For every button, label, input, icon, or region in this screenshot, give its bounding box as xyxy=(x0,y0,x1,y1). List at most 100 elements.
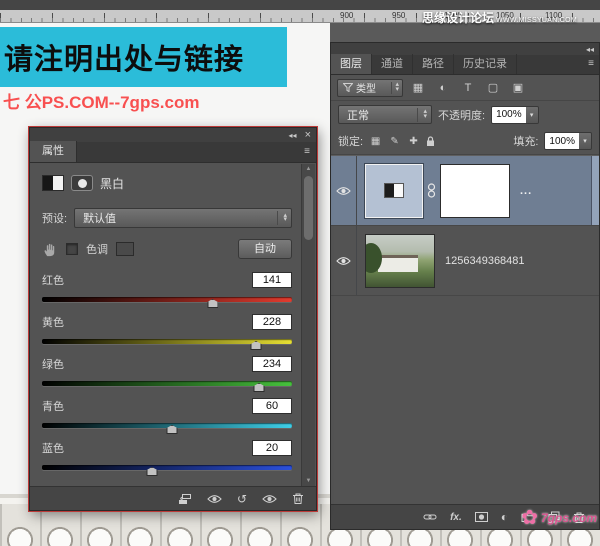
forum-name: 思缘设计论坛 xyxy=(422,11,494,25)
preset-dropdown[interactable]: 默认值 xyxy=(74,208,292,228)
adjustment-name: 黑白 xyxy=(100,175,124,192)
slider-track[interactable] xyxy=(42,423,292,428)
tint-checkbox[interactable] xyxy=(66,243,78,255)
red-slider-group: 红色141 xyxy=(42,271,292,302)
tab-channels[interactable]: 通道 xyxy=(372,54,413,74)
layer-filter-row: 类型 ▦ ◐ T ▢ ▣ xyxy=(331,75,599,101)
ruler-label: 900 xyxy=(340,11,353,20)
slider-label: 黄色 xyxy=(42,314,64,330)
delete-adjustment-icon[interactable] xyxy=(292,492,304,505)
close-panel-icon[interactable]: × xyxy=(305,130,311,141)
funnel-icon xyxy=(343,83,353,92)
slider-value-field[interactable]: 20 xyxy=(252,440,292,456)
layer-mask-link-icon[interactable] xyxy=(427,183,436,198)
opacity-field[interactable]: 100% xyxy=(491,106,539,124)
scrub-hand-icon[interactable] xyxy=(42,242,58,257)
updown-arrows-icon xyxy=(277,211,287,225)
clip-to-layer-icon[interactable] xyxy=(178,493,192,505)
green-slider-group: 绿色234 xyxy=(42,355,292,386)
updown-arrows-icon xyxy=(417,108,427,122)
layer-row-adjustment[interactable]: ... xyxy=(331,156,599,226)
slider-value-field[interactable]: 234 xyxy=(252,356,292,372)
properties-panel: ◂◂ × 属性 ≡ 黑白 预设: 默认值 色调 自动 xyxy=(29,127,317,511)
collapse-panel-icon[interactable]: ◂◂ xyxy=(289,131,297,140)
slider-thumb[interactable] xyxy=(251,341,262,350)
slider-thumb[interactable] xyxy=(254,383,265,392)
updown-arrows-icon xyxy=(391,82,399,94)
filter-type-layers-icon[interactable]: T xyxy=(458,79,478,97)
lock-image-pixels-icon[interactable]: ✎ xyxy=(388,136,401,147)
scroll-down-icon[interactable]: ▼ xyxy=(302,478,315,484)
tint-label: 色调 xyxy=(86,241,108,257)
image-layer-thumbnail[interactable] xyxy=(365,234,435,288)
slider-thumb[interactable] xyxy=(147,467,158,476)
layer-visibility-toggle[interactable] xyxy=(331,226,357,295)
new-adjustment-layer-icon[interactable]: ◐ xyxy=(501,511,508,523)
auto-button[interactable]: 自动 xyxy=(238,239,292,259)
opacity-label: 不透明度: xyxy=(438,107,485,123)
tab-properties[interactable]: 属性 xyxy=(30,141,77,162)
scroll-up-icon[interactable]: ▲ xyxy=(302,166,315,172)
cyan-slider-group: 青色 60 xyxy=(42,397,292,428)
lock-transparent-pixels-icon[interactable]: ▦ xyxy=(369,136,382,147)
properties-footer: ↺ xyxy=(30,486,316,510)
slider-value-field[interactable]: 60 xyxy=(252,398,292,414)
blend-mode-dropdown[interactable]: 正常 xyxy=(338,105,432,124)
fill-field[interactable]: 100% xyxy=(544,132,592,150)
black-white-adjustment-icon xyxy=(42,175,64,191)
view-previous-state-icon[interactable] xyxy=(207,494,222,504)
eye-icon xyxy=(336,186,351,196)
layer-mask-thumbnail[interactable] xyxy=(440,164,510,218)
dropdown-arrow-icon[interactable] xyxy=(579,133,591,149)
filter-smart-objects-icon[interactable]: ▣ xyxy=(508,79,528,97)
credit-banner-subtitle: 七 公PS.COM--7gps.com xyxy=(3,88,199,113)
collapse-panel-icon[interactable]: ◂◂ xyxy=(586,45,594,54)
layer-visibility-toggle[interactable] xyxy=(331,156,357,225)
lock-row: 锁定: ▦ ✎ ✚ 填充: 100% xyxy=(331,128,599,155)
link-layers-icon[interactable] xyxy=(423,513,437,521)
filter-shape-layers-icon[interactable]: ▢ xyxy=(483,79,503,97)
slider-value-field[interactable]: 141 xyxy=(252,272,292,288)
blend-row: 正常 不透明度: 100% xyxy=(331,101,599,128)
reset-icon[interactable]: ↺ xyxy=(237,493,247,505)
preset-value: 默认值 xyxy=(83,210,116,226)
adjustment-layer-thumbnail[interactable] xyxy=(365,164,423,218)
filter-adjustment-layers-icon[interactable]: ◐ xyxy=(433,79,453,97)
slider-value-field[interactable]: 228 xyxy=(252,314,292,330)
slider-track[interactable] xyxy=(42,465,292,470)
layers-tabbar: 图层 通道 路径 历史记录 ≡ xyxy=(331,55,599,75)
layers-panel: ◂◂ 图层 通道 路径 历史记录 ≡ 类型 ▦ ◐ T ▢ ▣ 正常 不透明度:… xyxy=(330,42,600,530)
preset-row: 预设: 默认值 xyxy=(42,208,292,228)
blend-mode-value: 正常 xyxy=(347,107,369,123)
opacity-value: 100% xyxy=(492,107,526,123)
slider-track[interactable] xyxy=(42,339,292,344)
add-layer-style-icon[interactable]: fx. xyxy=(450,512,462,523)
toggle-visibility-icon[interactable] xyxy=(262,494,277,504)
slider-thumb[interactable] xyxy=(207,299,218,308)
mask-icon xyxy=(71,175,93,191)
blue-slider-group: 蓝色20 xyxy=(42,439,292,470)
slider-label: 青色 xyxy=(42,398,64,414)
add-layer-mask-icon[interactable] xyxy=(475,512,488,522)
lock-position-icon[interactable]: ✚ xyxy=(407,136,420,147)
lock-all-icon[interactable] xyxy=(426,136,439,147)
panel-menu-icon[interactable]: ≡ xyxy=(588,58,594,69)
properties-body: 黑白 预设: 默认值 色调 自动 红色141 黄色 228 xyxy=(30,164,300,486)
fill-label: 填充: xyxy=(513,133,538,149)
forum-url: WWW.MISSYUAN.COM xyxy=(496,17,577,24)
scrollbar-thumb[interactable] xyxy=(304,176,313,240)
filter-pixel-layers-icon[interactable]: ▦ xyxy=(408,79,428,97)
tint-color-swatch[interactable] xyxy=(116,242,134,256)
tab-layers[interactable]: 图层 xyxy=(331,54,372,74)
slider-track[interactable] xyxy=(42,381,292,386)
tab-history[interactable]: 历史记录 xyxy=(454,54,517,74)
kind-filter-dropdown[interactable]: 类型 xyxy=(337,79,403,97)
slider-track[interactable] xyxy=(42,297,292,302)
tab-paths[interactable]: 路径 xyxy=(413,54,454,74)
yellow-slider-group: 黄色 228 xyxy=(42,313,292,344)
dropdown-arrow-icon[interactable] xyxy=(526,107,538,123)
properties-scrollbar[interactable]: ▲ ▼ xyxy=(301,164,315,486)
layer-row-background[interactable]: 1256349368481 xyxy=(331,226,599,296)
panel-menu-icon[interactable]: ≡ xyxy=(304,146,310,157)
slider-thumb[interactable] xyxy=(167,425,178,434)
